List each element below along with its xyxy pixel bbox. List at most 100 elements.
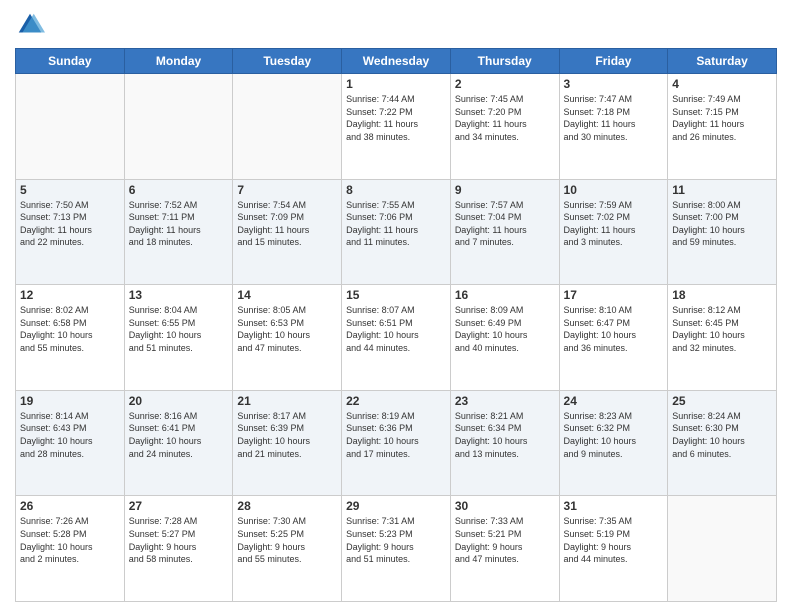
calendar-cell: 1Sunrise: 7:44 AM Sunset: 7:22 PM Daylig… [342,74,451,180]
day-info: Sunrise: 8:16 AM Sunset: 6:41 PM Dayligh… [129,410,229,460]
day-number: 11 [672,183,772,197]
calendar-cell: 28 Sunrise: 7:30 AM Sunset: 5:25 PM Dayli… [233,496,342,602]
day-number: 30 [455,499,555,513]
calendar-cell: 15 Sunrise: 8:07 AM Sunset: 6:51 PM Dayli… [342,285,451,391]
day-number: 10 [564,183,664,197]
calendar-cell: 11 Sunrise: 8:00 AM Sunset: 7:00 PM Dayli… [668,179,777,285]
calendar-cell: 5Sunrise: 7:50 AM Sunset: 7:13 PM Daylig… [16,179,125,285]
day-info: Sunrise: 8:05 AM Sunset: 6:53 PM Dayligh… [237,304,337,354]
day-number: 15 [346,288,446,302]
logo-icon [15,10,45,40]
calendar-week-3: 19 Sunrise: 8:14 AM Sunset: 6:43 PM Dayli… [16,390,777,496]
calendar-cell: 18 Sunrise: 8:12 AM Sunset: 6:45 PM Dayli… [668,285,777,391]
calendar-cell [668,496,777,602]
day-number: 17 [564,288,664,302]
day-number: 29 [346,499,446,513]
day-info: Sunrise: 8:23 AM Sunset: 6:32 PM Dayligh… [564,410,664,460]
calendar-cell: 20 Sunrise: 8:16 AM Sunset: 6:41 PM Dayli… [124,390,233,496]
day-number: 12 [20,288,120,302]
header [15,10,777,40]
calendar-cell: 21 Sunrise: 8:17 AM Sunset: 6:39 PM Dayli… [233,390,342,496]
calendar-cell: 22Sunrise: 8:19 AM Sunset: 6:36 PM Dayli… [342,390,451,496]
calendar-cell: 24 Sunrise: 8:23 AM Sunset: 6:32 PM Dayli… [559,390,668,496]
calendar-cell [16,74,125,180]
calendar-cell: 17 Sunrise: 8:10 AM Sunset: 6:47 PM Dayli… [559,285,668,391]
day-info: Sunrise: 7:44 AM Sunset: 7:22 PM Dayligh… [346,93,446,143]
calendar-week-1: 5Sunrise: 7:50 AM Sunset: 7:13 PM Daylig… [16,179,777,285]
calendar-cell: 7 Sunrise: 7:54 AM Sunset: 7:09 PM Daylig… [233,179,342,285]
day-number: 27 [129,499,229,513]
day-info: Sunrise: 7:54 AM Sunset: 7:09 PM Dayligh… [237,199,337,249]
calendar-cell: 14 Sunrise: 8:05 AM Sunset: 6:53 PM Dayli… [233,285,342,391]
calendar-cell: 31 Sunrise: 7:35 AM Sunset: 5:19 PM Dayli… [559,496,668,602]
day-number: 28 [237,499,337,513]
page: SundayMondayTuesdayWednesdayThursdayFrid… [0,0,792,612]
day-info: Sunrise: 8:00 AM Sunset: 7:00 PM Dayligh… [672,199,772,249]
calendar-cell: 27Sunrise: 7:28 AM Sunset: 5:27 PM Dayli… [124,496,233,602]
day-number: 8 [346,183,446,197]
day-info: Sunrise: 7:30 AM Sunset: 5:25 PM Dayligh… [237,515,337,565]
day-number: 2 [455,77,555,91]
calendar-header-tuesday: Tuesday [233,49,342,74]
calendar-header-monday: Monday [124,49,233,74]
day-number: 4 [672,77,772,91]
calendar-cell: 12Sunrise: 8:02 AM Sunset: 6:58 PM Dayli… [16,285,125,391]
day-info: Sunrise: 8:24 AM Sunset: 6:30 PM Dayligh… [672,410,772,460]
calendar-header-thursday: Thursday [450,49,559,74]
day-number: 31 [564,499,664,513]
day-info: Sunrise: 8:04 AM Sunset: 6:55 PM Dayligh… [129,304,229,354]
calendar-cell: 9 Sunrise: 7:57 AM Sunset: 7:04 PM Daylig… [450,179,559,285]
calendar-header-row: SundayMondayTuesdayWednesdayThursdayFrid… [16,49,777,74]
calendar-week-4: 26 Sunrise: 7:26 AM Sunset: 5:28 PM Dayli… [16,496,777,602]
logo [15,10,47,40]
calendar-cell: 23 Sunrise: 8:21 AM Sunset: 6:34 PM Dayli… [450,390,559,496]
day-number: 25 [672,394,772,408]
calendar-cell: 29 Sunrise: 7:31 AM Sunset: 5:23 PM Dayli… [342,496,451,602]
calendar-header-saturday: Saturday [668,49,777,74]
day-number: 3 [564,77,664,91]
day-info: Sunrise: 7:47 AM Sunset: 7:18 PM Dayligh… [564,93,664,143]
calendar-week-2: 12Sunrise: 8:02 AM Sunset: 6:58 PM Dayli… [16,285,777,391]
calendar-header-wednesday: Wednesday [342,49,451,74]
day-info: Sunrise: 7:45 AM Sunset: 7:20 PM Dayligh… [455,93,555,143]
calendar-header-friday: Friday [559,49,668,74]
day-info: Sunrise: 8:17 AM Sunset: 6:39 PM Dayligh… [237,410,337,460]
day-number: 18 [672,288,772,302]
day-number: 24 [564,394,664,408]
calendar-cell: 30Sunrise: 7:33 AM Sunset: 5:21 PM Dayli… [450,496,559,602]
day-number: 21 [237,394,337,408]
calendar-cell: 16Sunrise: 8:09 AM Sunset: 6:49 PM Dayli… [450,285,559,391]
calendar-cell: 13Sunrise: 8:04 AM Sunset: 6:55 PM Dayli… [124,285,233,391]
day-number: 22 [346,394,446,408]
day-info: Sunrise: 7:35 AM Sunset: 5:19 PM Dayligh… [564,515,664,565]
calendar-week-0: 1Sunrise: 7:44 AM Sunset: 7:22 PM Daylig… [16,74,777,180]
day-info: Sunrise: 8:12 AM Sunset: 6:45 PM Dayligh… [672,304,772,354]
calendar-cell [233,74,342,180]
day-info: Sunrise: 7:31 AM Sunset: 5:23 PM Dayligh… [346,515,446,565]
calendar-header-sunday: Sunday [16,49,125,74]
day-number: 7 [237,183,337,197]
calendar-cell: 8 Sunrise: 7:55 AM Sunset: 7:06 PM Daylig… [342,179,451,285]
calendar-cell [124,74,233,180]
day-number: 9 [455,183,555,197]
calendar-cell: 4Sunrise: 7:49 AM Sunset: 7:15 PM Daylig… [668,74,777,180]
day-number: 20 [129,394,229,408]
day-number: 14 [237,288,337,302]
day-info: Sunrise: 7:26 AM Sunset: 5:28 PM Dayligh… [20,515,120,565]
day-info: Sunrise: 8:21 AM Sunset: 6:34 PM Dayligh… [455,410,555,460]
day-info: Sunrise: 8:10 AM Sunset: 6:47 PM Dayligh… [564,304,664,354]
day-number: 23 [455,394,555,408]
day-info: Sunrise: 7:55 AM Sunset: 7:06 PM Dayligh… [346,199,446,249]
calendar-cell: 26 Sunrise: 7:26 AM Sunset: 5:28 PM Dayli… [16,496,125,602]
day-info: Sunrise: 8:07 AM Sunset: 6:51 PM Dayligh… [346,304,446,354]
day-info: Sunrise: 7:57 AM Sunset: 7:04 PM Dayligh… [455,199,555,249]
day-info: Sunrise: 7:59 AM Sunset: 7:02 PM Dayligh… [564,199,664,249]
calendar-table: SundayMondayTuesdayWednesdayThursdayFrid… [15,48,777,602]
day-number: 26 [20,499,120,513]
day-number: 19 [20,394,120,408]
calendar-cell: 3 Sunrise: 7:47 AM Sunset: 7:18 PM Daylig… [559,74,668,180]
day-info: Sunrise: 8:14 AM Sunset: 6:43 PM Dayligh… [20,410,120,460]
calendar-cell: 10 Sunrise: 7:59 AM Sunset: 7:02 PM Dayli… [559,179,668,285]
day-number: 6 [129,183,229,197]
day-info: Sunrise: 7:52 AM Sunset: 7:11 PM Dayligh… [129,199,229,249]
